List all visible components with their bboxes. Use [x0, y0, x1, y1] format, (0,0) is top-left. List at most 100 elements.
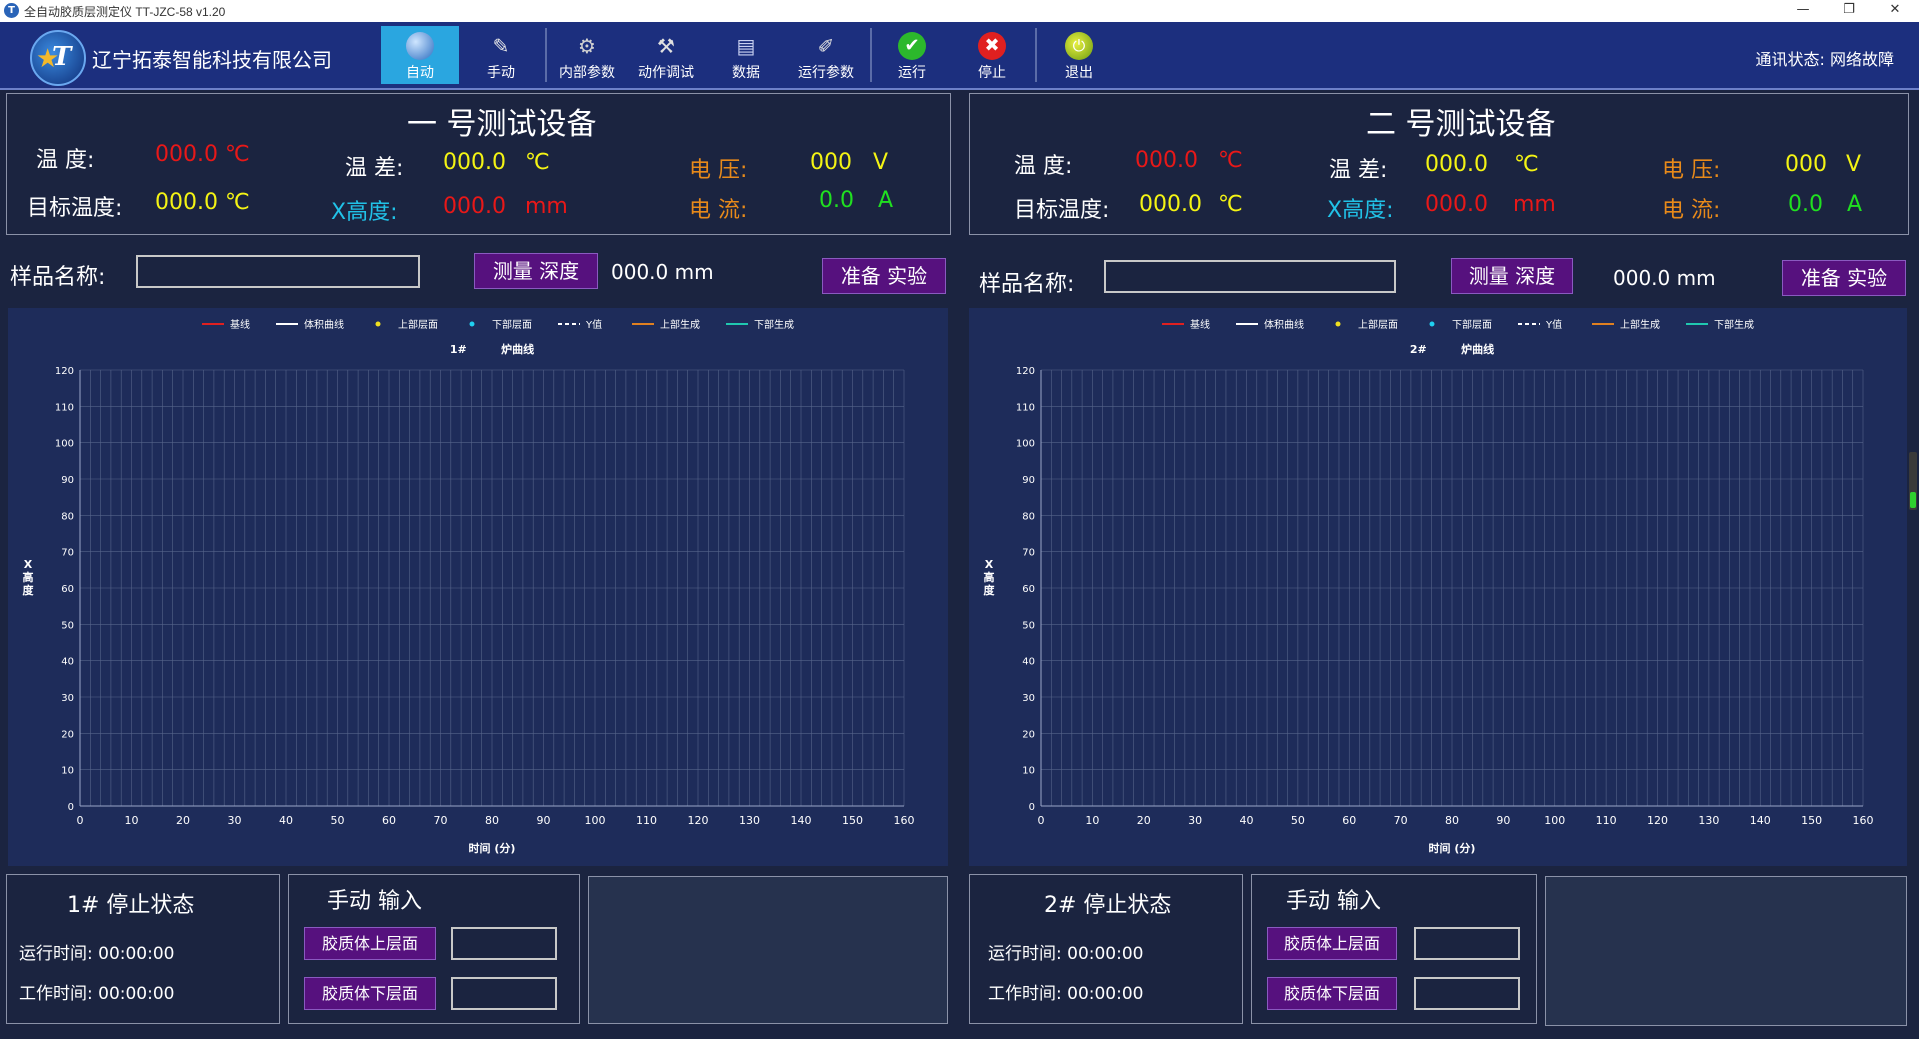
x-height-value: 000.0: [1425, 192, 1488, 217]
y-tick-label: 70: [1022, 548, 1035, 559]
x-tick-label: 150: [842, 814, 863, 827]
colloid-lower-input[interactable]: [451, 977, 557, 1010]
tab-run-params-label: 运行参数: [798, 65, 854, 81]
depth-value: 000.0 mm: [611, 260, 714, 284]
comm-status: 通讯状态: 网络故障: [1755, 50, 1894, 69]
legend-label: 下部生成: [754, 318, 794, 331]
temp-diff-value: 000.0: [443, 150, 506, 175]
chart-title: 1# 炉曲线: [450, 342, 534, 356]
device-2-message-box: [1545, 876, 1907, 1026]
device-1-message-box: [588, 876, 948, 1024]
tab-manual[interactable]: ✎ 手动: [462, 26, 540, 84]
x-tick-label: 0: [77, 814, 84, 827]
y-tick-label: 30: [1022, 693, 1035, 704]
tab-internal-params[interactable]: ⚙ 内部参数: [548, 26, 626, 84]
tab-auto[interactable]: 自动: [381, 26, 459, 84]
y-tick-label: 110: [55, 402, 74, 413]
company-logo: ★ T: [30, 30, 86, 86]
tab-auto-label: 自动: [406, 65, 434, 81]
y-tick-label: 10: [1022, 766, 1035, 777]
y-tick-label: 100: [1016, 439, 1035, 450]
device-2-state-panel: 2# 停止状态 运行时间: 00:00:00 工作时间: 00:00:00: [969, 874, 1243, 1024]
colloid-upper-button[interactable]: 胶质体上层面: [1267, 927, 1397, 960]
device-2-title: 二 号测试设备: [1366, 107, 1556, 142]
exit-button[interactable]: ⏻ 退出: [1040, 26, 1118, 84]
legend-marker: [375, 321, 381, 327]
y-tick-label: 30: [61, 693, 74, 704]
colloid-lower-button[interactable]: 胶质体下层面: [304, 977, 436, 1010]
legend-label: 上部层面: [1358, 318, 1398, 331]
y-tick-label: 40: [1022, 657, 1035, 668]
measure-depth-button[interactable]: 测量 深度: [474, 253, 598, 289]
x-tick-label: 160: [894, 814, 915, 827]
company-name: 辽宁拓泰智能科技有限公司: [92, 48, 332, 72]
temp-label: 温 度:: [1014, 154, 1073, 179]
hand-tool-icon: ✎: [492, 34, 510, 58]
notepad-icon: ✐: [817, 34, 835, 58]
run-button[interactable]: ✔ 运行: [873, 26, 951, 84]
toolbar-divider: [545, 28, 547, 82]
device-2-status-panel: 二 号测试设备 温 度: 000.0 ℃ 目标温度: 000.0 ℃ 温 差: …: [969, 93, 1909, 235]
colloid-upper-input[interactable]: [1414, 927, 1520, 960]
sample-name-input[interactable]: [136, 255, 420, 288]
target-temp-label: 目标温度:: [1014, 198, 1110, 223]
temp-label: 温 度:: [36, 148, 95, 173]
legend-marker: [1335, 321, 1341, 327]
colloid-upper-input[interactable]: [451, 927, 557, 960]
x-tick-label: 90: [1496, 814, 1510, 827]
legend-label: 上部生成: [1620, 318, 1660, 331]
current-label: 电 流:: [689, 198, 748, 223]
y-tick-label: 100: [55, 439, 74, 450]
device-1-chart: 0 10 20 30 40 50 60 70 80 90 100 110 120 130 140 150 160…: [8, 308, 948, 866]
stop-button[interactable]: ✖ 停止: [953, 26, 1031, 84]
legend-label: 下部生成: [1714, 318, 1754, 331]
colloid-lower-input[interactable]: [1414, 977, 1520, 1010]
x-tick-label: 50: [331, 814, 345, 827]
x-tick-label: 10: [1085, 814, 1099, 827]
current-label: 电 流:: [1662, 198, 1721, 223]
legend-label: Y值: [585, 318, 602, 331]
tab-run-params[interactable]: ✐ 运行参数: [787, 26, 865, 84]
temp-diff-unit: ℃: [1514, 152, 1539, 177]
work-time: 工作时间: 00:00:00: [988, 984, 1144, 1004]
colloid-upper-button[interactable]: 胶质体上层面: [304, 927, 436, 960]
legend-label: 体积曲线: [304, 318, 344, 331]
target-temp-label: 目标温度:: [27, 196, 123, 221]
run-time: 运行时间: 00:00:00: [988, 944, 1144, 964]
y-tick-label: 120: [1016, 366, 1035, 377]
chart-title: 2# 炉曲线: [1410, 342, 1494, 356]
x-height-label: X高度:: [331, 200, 398, 225]
measure-depth-button[interactable]: 测量 深度: [1451, 258, 1573, 294]
y-axis-title: X 高度: [23, 558, 35, 597]
tab-data-label: 数据: [732, 65, 760, 81]
x-tick-label: 10: [125, 814, 139, 827]
prepare-experiment-button[interactable]: 准备 实验: [822, 258, 946, 294]
y-tick-label: 80: [61, 511, 74, 522]
legend-label: 基线: [1190, 318, 1210, 331]
run-time: 运行时间: 00:00:00: [19, 944, 175, 964]
x-tick-label: 90: [537, 814, 551, 827]
restore-icon[interactable]: ❐: [1826, 0, 1872, 22]
device-1-status-panel: 一 号测试设备 温 度: 000.0 ℃ 目标温度: 000.0 ℃ 温 差: …: [6, 93, 951, 235]
current-value: 0.0: [1788, 192, 1823, 217]
sample-name-input[interactable]: [1104, 260, 1396, 293]
book-icon: ▤: [736, 34, 756, 58]
y-tick-label: 90: [61, 475, 74, 486]
colloid-lower-button[interactable]: 胶质体下层面: [1267, 977, 1397, 1010]
x-tick-label: 30: [228, 814, 242, 827]
tab-action-debug[interactable]: ⚒ 动作调试: [627, 26, 705, 84]
x-tick-label: 20: [176, 814, 190, 827]
close-icon[interactable]: ✕: [1872, 0, 1918, 22]
x-height-value: 000.0: [443, 194, 506, 219]
tab-manual-label: 手动: [487, 65, 515, 81]
temp-diff-unit: ℃: [525, 150, 550, 175]
x-tick-label: 20: [1137, 814, 1151, 827]
y-tick-label: 80: [1022, 511, 1035, 522]
x-tick-label: 50: [1291, 814, 1305, 827]
y-axis-title: X 高度: [984, 558, 996, 597]
y-tick-label: 0: [1029, 802, 1035, 813]
prepare-experiment-button[interactable]: 准备 实验: [1782, 260, 1906, 296]
minimize-icon[interactable]: —: [1780, 0, 1826, 22]
check-icon: ✔: [898, 32, 926, 60]
tab-data[interactable]: ▤ 数据: [707, 26, 785, 84]
